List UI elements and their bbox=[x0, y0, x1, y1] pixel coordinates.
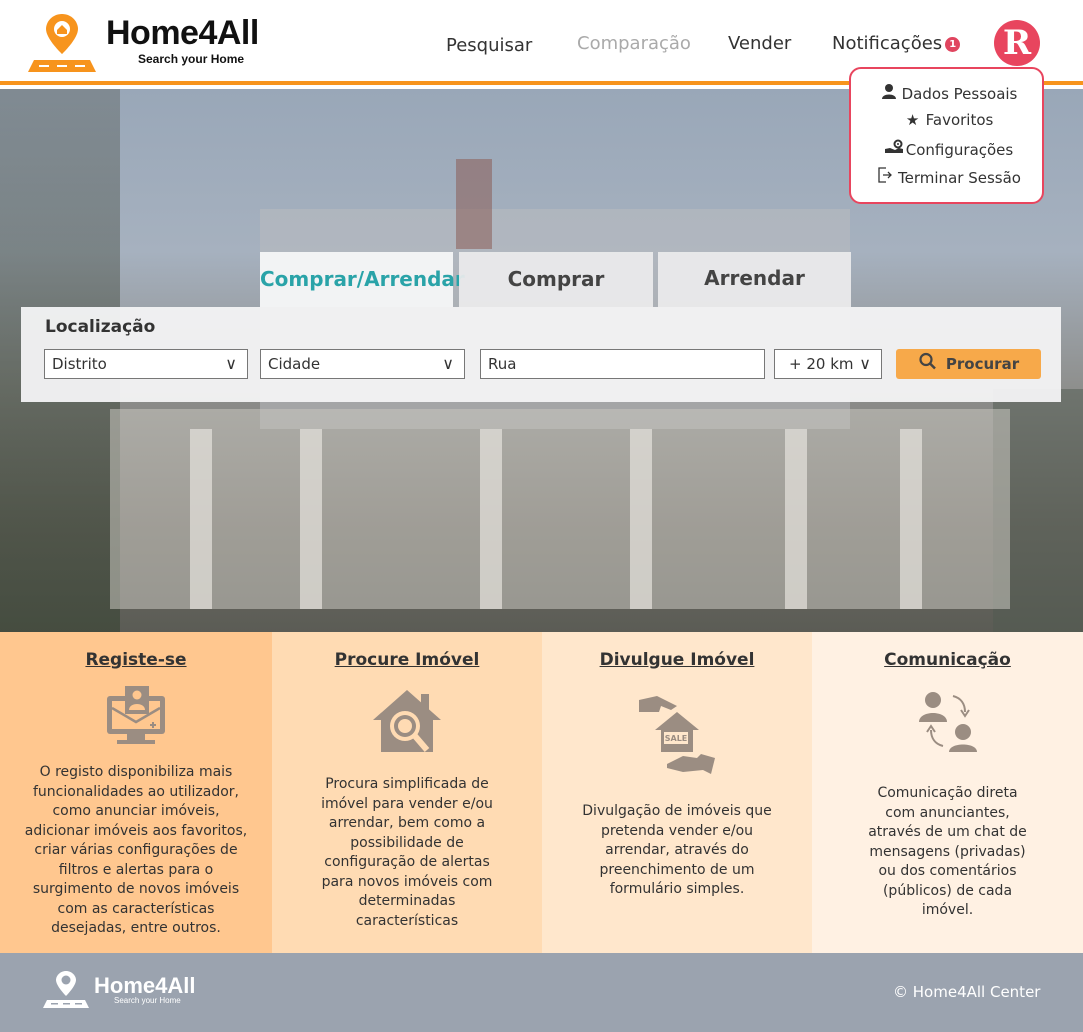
house-sale-icon: SALE bbox=[637, 694, 717, 780]
feature-title[interactable]: Comunicação bbox=[812, 650, 1083, 670]
hero-chimney bbox=[456, 159, 492, 249]
city-select[interactable]: Cidade ∨ bbox=[260, 349, 465, 379]
location-pin-icon bbox=[28, 14, 96, 72]
menu-item-favorites[interactable]: ★ Favoritos bbox=[851, 111, 1046, 129]
feature-search-property: Procure Imóvel Procura simplificada de i… bbox=[272, 632, 542, 953]
radius-value: + 20 km bbox=[789, 355, 854, 373]
menu-item-personal-data[interactable]: Dados Pessoais bbox=[851, 83, 1046, 103]
footer-brand-tagline: Search your Home bbox=[114, 996, 181, 1005]
avatar[interactable]: R bbox=[994, 20, 1040, 66]
logo[interactable]: Home4All Search your Home bbox=[24, 12, 284, 74]
svg-text:SALE: SALE bbox=[665, 734, 688, 743]
footer-logo[interactable]: Home4All Search your Home bbox=[0, 953, 210, 1032]
footer-copyright: © Home4All Center bbox=[893, 983, 1041, 1001]
menu-item-label: Configurações bbox=[905, 141, 1014, 159]
chevron-down-icon: ∨ bbox=[859, 354, 871, 373]
user-icon bbox=[880, 83, 898, 103]
site-footer: Home4All Search your Home © Home4All Cen… bbox=[0, 953, 1083, 1032]
hero-pillar bbox=[190, 429, 212, 609]
logout-icon bbox=[876, 167, 894, 187]
search-button[interactable]: Procurar bbox=[896, 349, 1041, 379]
feature-title[interactable]: Procure Imóvel bbox=[272, 650, 542, 670]
brand-tagline: Search your Home bbox=[138, 52, 245, 66]
feature-communication: Comunicação Comunicação direta com anunc… bbox=[812, 632, 1083, 953]
menu-item-logout[interactable]: Terminar Sessão bbox=[851, 167, 1046, 187]
user-menu: Dados Pessoais ★ Favoritos Configurações … bbox=[849, 67, 1044, 204]
nav-sell[interactable]: Vender bbox=[728, 33, 791, 54]
nav-notifications[interactable]: Notificações 1 bbox=[832, 33, 961, 54]
street-placeholder: Rua bbox=[488, 355, 517, 373]
feature-description: Comunicação direta com anunciantes, atra… bbox=[868, 785, 1027, 918]
tab-buy[interactable]: Comprar bbox=[459, 252, 653, 307]
feature-description: Divulgação de imóveis que pretenda vende… bbox=[582, 803, 772, 897]
nav-compare[interactable]: Comparação bbox=[577, 33, 691, 54]
feature-advertise-property: Divulgue Imóvel SALE Divulgação de imóve… bbox=[542, 632, 812, 953]
feature-register: Registe-se O registo disponibiliza mais … bbox=[0, 632, 272, 953]
hero-pillar bbox=[900, 429, 922, 609]
radius-select[interactable]: + 20 km ∨ bbox=[774, 349, 882, 379]
menu-item-settings[interactable]: Configurações bbox=[851, 139, 1046, 159]
settings-hand-icon bbox=[884, 139, 903, 159]
feature-title[interactable]: Divulgue Imóvel bbox=[542, 650, 812, 670]
hero-pillar bbox=[480, 429, 502, 609]
location-pin-icon bbox=[43, 971, 89, 1008]
chevron-down-icon: ∨ bbox=[225, 354, 237, 373]
search-icon bbox=[918, 350, 938, 380]
hero-pillar bbox=[630, 429, 652, 609]
star-icon: ★ bbox=[905, 111, 920, 129]
menu-item-label: Favoritos bbox=[925, 111, 994, 129]
communication-icon bbox=[915, 688, 981, 758]
tab-buy-rent[interactable]: Comprar/Arrendar bbox=[260, 252, 465, 307]
search-button-label: Procurar bbox=[945, 355, 1020, 373]
tab-rent[interactable]: Arrendar bbox=[658, 252, 851, 307]
house-search-icon bbox=[371, 688, 443, 758]
menu-item-label: Terminar Sessão bbox=[898, 169, 1021, 187]
district-select[interactable]: Distrito ∨ bbox=[44, 349, 248, 379]
chevron-down-icon: ∨ bbox=[442, 354, 454, 373]
hero-pillar bbox=[785, 429, 807, 609]
feature-description: O registo disponibiliza mais funcionalid… bbox=[24, 764, 248, 936]
register-computer-icon bbox=[105, 684, 167, 750]
hero-house-porch bbox=[110, 409, 1010, 609]
feature-title[interactable]: Registe-se bbox=[0, 650, 272, 670]
hero-pillar bbox=[300, 429, 322, 609]
street-input[interactable]: Rua bbox=[480, 349, 765, 379]
features-section: Registe-se O registo disponibiliza mais … bbox=[0, 632, 1083, 953]
nav-notifications-label: Notificações bbox=[832, 33, 943, 54]
nav-search[interactable]: Pesquisar bbox=[446, 35, 532, 56]
city-value: Cidade bbox=[268, 355, 321, 373]
search-panel: Localização Distrito ∨ Cidade ∨ Rua + 20… bbox=[21, 307, 1061, 402]
feature-description: Procura simplificada de imóvel para vend… bbox=[321, 776, 493, 929]
menu-item-label: Dados Pessoais bbox=[901, 85, 1018, 103]
notification-badge: 1 bbox=[945, 36, 961, 52]
location-label: Localização bbox=[45, 317, 156, 337]
brand-name: Home4All bbox=[106, 14, 259, 52]
district-value: Distrito bbox=[52, 355, 107, 373]
